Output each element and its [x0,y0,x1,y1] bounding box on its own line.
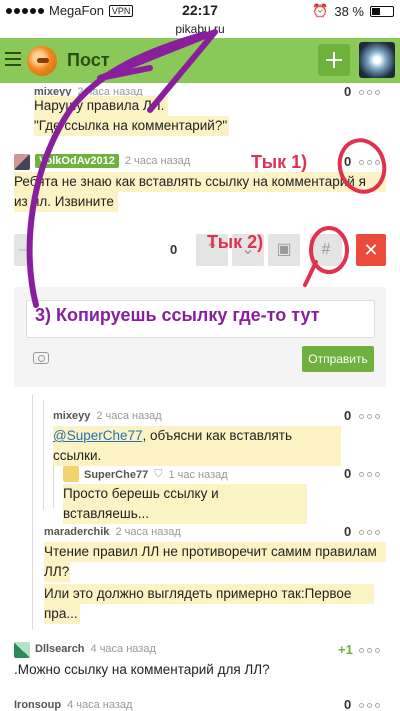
comment-rating: 0 [344,466,352,481]
comment-time: 1 час назад [168,468,228,481]
more-icon[interactable] [359,648,381,654]
comment-meta: maraderchik 2 часа назад [44,526,181,538]
comment-time: 2 часа назад [96,410,162,422]
comment-rating: 0 [344,84,352,99]
author-avatar[interactable] [14,154,30,170]
comment-author[interactable]: Dllsearch [35,643,85,655]
alarm-icon: ⏰ [312,3,329,18]
author-avatar[interactable] [63,466,79,482]
battery-percent: 38 % [334,3,364,19]
comment-rating: 0 [170,242,178,257]
comment-author[interactable]: SuperChe77 [84,469,148,481]
comment-link-hash-icon[interactable]: # [310,234,342,266]
add-post-button[interactable] [318,44,350,76]
more-icon[interactable] [359,414,381,420]
comment-text-line: Или это должно выглядеть примерно так:Пе… [44,584,374,604]
comment-text-line: Нарушу правила ЛЛ. [34,96,168,116]
comment-time: 2 часа назад [115,526,181,538]
comment-rating: 0 [344,524,352,539]
comment-author[interactable]: mixeyy [53,410,90,422]
comment-rating: 0 [344,408,352,423]
comment-meta: Ironsoup 4 часа назад [14,699,132,711]
comment-meta: VolkOdAv2012 2 часа назад [35,154,190,168]
comment-text-line: .Можно ссылку на комментарий для ЛЛ? [14,662,270,677]
comment-text-line: Ребята не знаю как вставлять ссылку на к… [14,172,386,192]
more-icon[interactable] [359,472,381,478]
more-icon[interactable] [359,530,381,536]
author-avatar[interactable] [14,642,30,658]
mention-link[interactable]: @SuperChe77 [53,428,143,443]
more-icon[interactable] [359,703,381,709]
save-icon[interactable]: ▣ [268,234,300,266]
comment-author[interactable]: maraderchik [44,526,109,538]
close-reply-button[interactable]: ✕ [356,234,386,266]
comment-meta: Dllsearch 4 часа назад [35,643,156,655]
comment-meta: SuperChe77 ⛉ 1 час назад [84,468,228,481]
comment-author[interactable]: VolkOdAv2012 [35,154,119,168]
comment-rating: 0 [344,154,352,169]
camera-icon[interactable] [33,352,49,364]
thread-line [43,400,44,510]
thread-line [53,460,54,508]
shield-icon: ⛉ [154,468,163,480]
annotation-step2: Тык 2) [207,232,264,252]
collapse-button[interactable]: – [14,234,32,266]
comment-text-line: "Где ссылка на комментарий?" [34,116,229,136]
more-icon[interactable] [359,160,381,166]
thread-line [32,395,33,630]
address-bar[interactable]: pikabu.ru [0,22,400,38]
page-title: Пост [67,50,110,70]
comment-time: 4 часа назад [67,699,133,711]
send-button[interactable]: Отправить [302,346,374,372]
comment-author[interactable]: Ironsoup [14,699,61,711]
more-icon[interactable] [359,90,381,96]
hamburger-menu-icon[interactable] [5,52,21,66]
comment-actions-toolbar: – 0 ⌃ ⌄ ▣ # ✕ [14,234,386,268]
comment-text-line: ЛЛ? [44,562,70,582]
comment-text-line: из лл. Извините [14,192,118,212]
comment-meta: mixeyy 2 часа назад [53,410,162,422]
user-avatar[interactable] [359,42,395,78]
comment-rating: 0 [344,697,352,711]
annotation-step3: 3) Копируешь ссылку где-то тут [35,305,320,325]
comment-time: 4 часа назад [90,643,156,655]
pikabu-logo[interactable] [27,46,57,76]
comment-text-line: Просто берешь ссылку и вставляешь... [63,484,307,524]
app-header: Пост [0,38,400,83]
comment-text: @SuperChe77, объясни как вставлять ссылк… [53,426,341,466]
comment-text-line: пра... [44,604,80,624]
comment-rating: +1 [338,642,353,657]
status-bar: MegaFon VPN 22:17 ⏰ 38 % [0,0,400,22]
comment-time: 2 часа назад [124,155,191,167]
comment-text-line: Чтение правил ЛЛ не противоречит самим п… [44,542,386,562]
annotation-step1: Тык 1) [251,152,308,172]
battery-icon [370,5,394,17]
